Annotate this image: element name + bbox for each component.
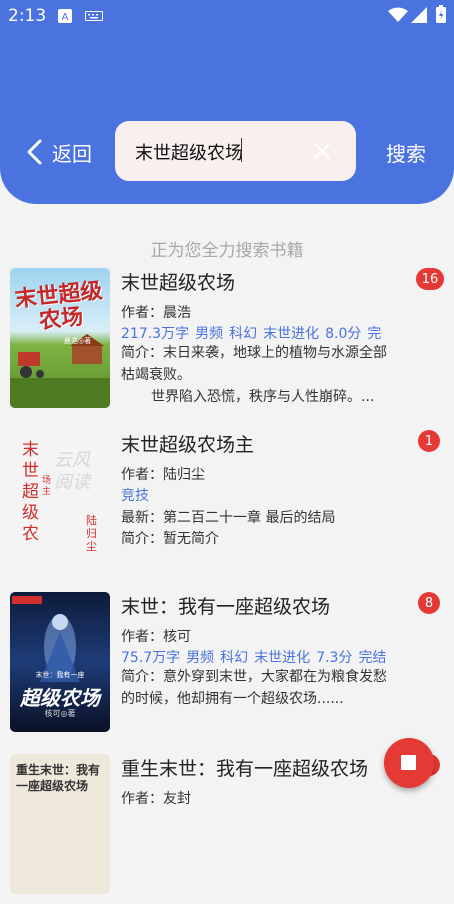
book-tag: 8.0分 — [325, 326, 362, 342]
cover-author: 晨浩◎著 — [64, 337, 92, 345]
book-author: 作者：友封 — [121, 791, 191, 807]
app-header: 2:13 A 返回 末世超级农场 搜索 — [0, 0, 454, 204]
book-intro: 简介：末日来袭，地球上的植物与水源全部枯竭衰败。 世界陷入恐慌，秩序与人性崩碎。… — [121, 342, 396, 408]
book-author: 作者：核可 — [121, 629, 191, 645]
book-tag: 完 — [367, 326, 382, 342]
cover-watermark: 云风阅读 — [54, 450, 90, 493]
source-count-badge: 8 — [418, 592, 440, 614]
book-tag: 男频 — [186, 650, 215, 666]
signal-icon — [411, 7, 427, 23]
cover-title: 末世超级农 — [22, 440, 39, 544]
cover-top-text: 末世：我有一座 — [35, 671, 85, 679]
book-item[interactable]: 末世：我有一座 超级农场 核可◎著 末世：我有一座超级农场 作者：核可 75.7… — [0, 592, 454, 742]
keyboard-a-icon: A — [58, 9, 72, 23]
book-intro: 简介：意外穿到末世，大家都在为粮食发愁的时候，他却拥有一个超级农场...... — [121, 669, 387, 707]
book-item[interactable]: 末世超级农场 晨浩◎著 末世超级农场 作者：晨浩 217.3万字 男频 科幻 末世进化… — [0, 268, 454, 418]
status-bar: 2:13 A — [0, 0, 454, 32]
search-input[interactable]: 末世超级农场 — [115, 121, 356, 181]
cover-title: 重生末世：我有一座超级农场 — [16, 763, 101, 793]
status-time: 2:13 — [8, 6, 47, 26]
book-title: 末世超级农场 — [121, 272, 236, 294]
book-title: 重生末世：我有一座超级农场 — [121, 758, 369, 780]
search-button[interactable]: 搜索 — [386, 138, 426, 167]
book-cover: 末世超级农 场主 云风阅读 陆归尘 — [10, 430, 110, 570]
book-tag: 217.3万字 — [121, 326, 190, 342]
cover-author: 核可◎著 — [44, 709, 76, 718]
keyboard-icon — [85, 11, 103, 21]
search-status-hint: 正为您全力搜索书籍 — [150, 241, 304, 261]
book-cover: 末世：我有一座 超级农场 核可◎著 — [10, 592, 110, 732]
book-tag: 科幻 — [229, 326, 258, 342]
book-tag: 7.3分 — [316, 650, 353, 666]
search-query: 末世超级农场 — [135, 143, 243, 164]
book-item[interactable]: 末世超级农 场主 云风阅读 陆归尘 末世超级农场主 作者：陆归尘 竞技 最新：第… — [0, 430, 454, 580]
book-intro-more: 世界陷入恐慌，秩序与人性崩碎。... — [151, 389, 375, 405]
text-caret — [241, 138, 242, 162]
book-item[interactable]: 重生末世：我有一座超级农场 重生末世：我有一座超级农场 作者：友封 1 — [0, 754, 454, 904]
book-tag: 科幻 — [220, 650, 249, 666]
book-tag: 末世进化 — [254, 650, 311, 666]
clear-icon[interactable] — [311, 140, 333, 162]
book-author: 作者：陆归尘 — [121, 467, 205, 483]
stop-search-button[interactable] — [384, 738, 434, 788]
cover-title: 超级农场 — [20, 686, 100, 710]
book-intro: 简介：暂无简介 — [121, 531, 219, 547]
stop-icon — [401, 755, 416, 770]
cover-subtitle: 场主 — [42, 476, 52, 497]
source-count-badge: 16 — [416, 268, 444, 290]
chevron-left-icon — [27, 139, 42, 165]
source-count-badge: 1 — [418, 430, 440, 452]
book-tag: 末世进化 — [263, 326, 320, 342]
book-title: 末世：我有一座超级农场 — [121, 596, 331, 618]
book-intro-text: 简介：末日来袭，地球上的植物与水源全部枯竭衰败。 — [121, 345, 387, 383]
book-title: 末世超级农场主 — [121, 434, 255, 456]
book-tag: 男频 — [195, 326, 224, 342]
svg-text:A: A — [62, 12, 69, 23]
back-button[interactable]: 返回 — [26, 136, 92, 168]
book-tag: 完结 — [358, 650, 387, 666]
book-latest-chapter: 最新：第二百二十一章 最后的结局 — [121, 510, 336, 526]
book-tags: 217.3万字 男频 科幻 末世进化 8.0分完 — [121, 323, 387, 343]
book-tag: 75.7万字 — [121, 650, 181, 666]
book-cover: 重生末世：我有一座超级农场 — [10, 754, 110, 894]
book-tags: 竞技 — [121, 485, 155, 505]
book-tag: 竞技 — [121, 488, 149, 504]
book-tags: 75.7万字 男频 科幻 末世进化 7.3分 完结 — [121, 647, 392, 667]
cover-title: 末世超级农场 — [13, 278, 104, 335]
battery-icon — [436, 5, 446, 23]
cover-author: 陆归尘 — [86, 514, 97, 553]
wifi-icon — [388, 7, 408, 22]
book-author: 作者：晨浩 — [121, 305, 191, 321]
book-cover: 末世超级农场 晨浩◎著 — [10, 268, 110, 408]
back-label: 返回 — [52, 141, 92, 166]
